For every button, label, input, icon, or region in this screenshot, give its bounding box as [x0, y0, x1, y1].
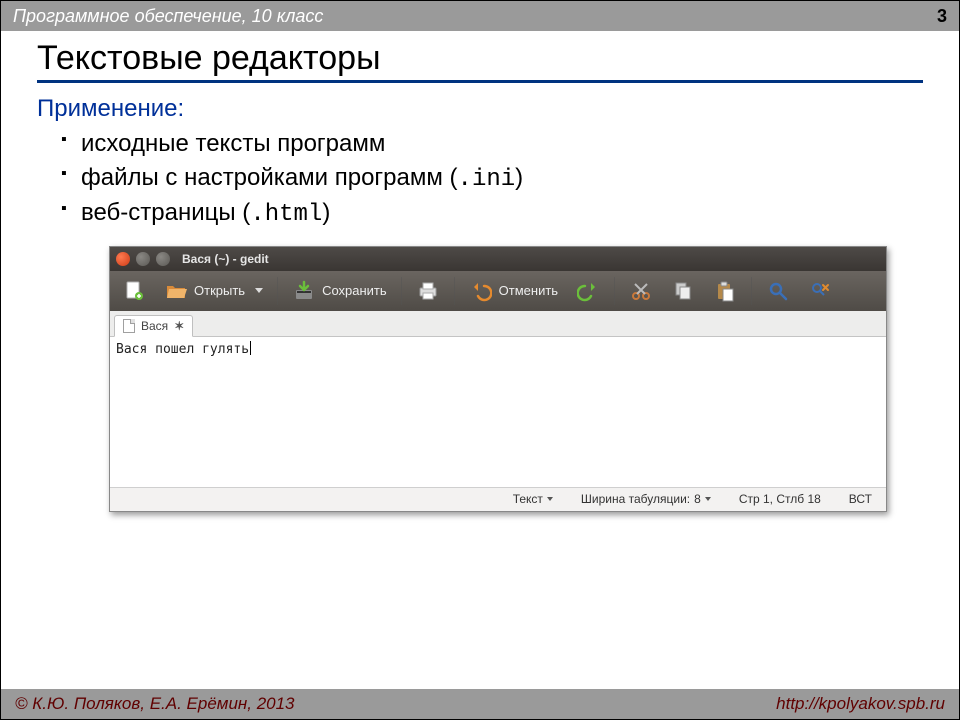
- find-replace-icon: [808, 279, 832, 303]
- editor-text: Вася пошел гулять: [116, 342, 249, 357]
- application-label: Применение:: [37, 95, 923, 123]
- document-tab[interactable]: Вася ✶: [114, 315, 193, 337]
- tab-label: Вася: [141, 319, 168, 333]
- title-area: Текстовые редакторы: [1, 31, 959, 87]
- gedit-window: Вася (~) - gedit Открыть: [109, 246, 887, 512]
- content: Применение: исходные тексты программ фай…: [1, 87, 959, 520]
- toolbar-separator: [751, 277, 752, 305]
- toolbar-separator: [614, 277, 615, 305]
- window-maximize-button[interactable]: [156, 252, 170, 266]
- tab-close-icon[interactable]: ✶: [174, 319, 184, 333]
- chevron-down-icon[interactable]: [255, 288, 263, 293]
- redo-button[interactable]: [570, 276, 606, 306]
- slide-header: Программное обеспечение, 10 класс 3: [1, 1, 959, 31]
- undo-button[interactable]: Отменить: [463, 276, 564, 306]
- new-file-button[interactable]: [116, 276, 152, 306]
- print-icon: [416, 279, 440, 303]
- save-icon: [292, 279, 316, 303]
- course-title: Программное обеспечение, 10 класс: [13, 6, 323, 27]
- status-mode[interactable]: Текст: [513, 492, 553, 506]
- search-icon: [766, 279, 790, 303]
- scissors-icon: [629, 279, 653, 303]
- chevron-down-icon: [705, 497, 711, 501]
- bullet-list: исходные тексты программ файлы с настрой…: [37, 127, 923, 232]
- footer-copyright: © К.Ю. Поляков, Е.А. Ерёмин, 2013: [15, 694, 295, 714]
- window-title: Вася (~) - gedit: [182, 252, 269, 266]
- toolbar-separator: [454, 277, 455, 305]
- status-tabwidth[interactable]: Ширина табуляции: 8: [581, 492, 711, 506]
- paste-icon: [713, 279, 737, 303]
- folder-open-icon: [164, 279, 188, 303]
- document-icon: [123, 319, 135, 333]
- print-button[interactable]: [410, 276, 446, 306]
- copy-button[interactable]: [665, 276, 701, 306]
- undo-label: Отменить: [499, 283, 558, 298]
- window-minimize-button[interactable]: [136, 252, 150, 266]
- paste-button[interactable]: [707, 276, 743, 306]
- tab-bar: Вася ✶: [110, 311, 886, 337]
- redo-icon: [576, 279, 600, 303]
- find-replace-button[interactable]: [802, 276, 838, 306]
- cut-button[interactable]: [623, 276, 659, 306]
- new-file-icon: [122, 279, 146, 303]
- slide-footer: © К.Ю. Поляков, Е.А. Ерёмин, 2013 http:/…: [1, 689, 959, 719]
- page-number: 3: [937, 6, 947, 27]
- slide-title: Текстовые редакторы: [37, 39, 923, 83]
- copy-icon: [671, 279, 695, 303]
- toolbar: Открыть Сохранить: [110, 271, 886, 311]
- status-bar: Текст Ширина табуляции: 8 Стр 1, Стлб 18…: [110, 487, 886, 511]
- text-cursor: [250, 341, 251, 355]
- list-item: исходные тексты программ: [61, 127, 923, 161]
- open-label: Открыть: [194, 283, 245, 298]
- footer-url: http://kpolyakov.spb.ru: [776, 694, 945, 714]
- toolbar-separator: [401, 277, 402, 305]
- slide: Программное обеспечение, 10 класс 3 Текс…: [0, 0, 960, 720]
- list-item: файлы с настройками программ (.ini): [61, 161, 923, 197]
- open-button[interactable]: Открыть: [158, 276, 269, 306]
- status-position: Стр 1, Стлб 18: [739, 492, 821, 506]
- chevron-down-icon: [547, 497, 553, 501]
- text-area[interactable]: Вася пошел гулять: [110, 337, 886, 487]
- list-item: веб-страницы (.html): [61, 196, 923, 232]
- undo-icon: [469, 279, 493, 303]
- find-button[interactable]: [760, 276, 796, 306]
- toolbar-separator: [277, 277, 278, 305]
- save-button[interactable]: Сохранить: [286, 276, 393, 306]
- status-insert-mode[interactable]: ВСТ: [849, 492, 872, 506]
- window-close-button[interactable]: [116, 252, 130, 266]
- save-label: Сохранить: [322, 283, 387, 298]
- window-titlebar[interactable]: Вася (~) - gedit: [110, 247, 886, 271]
